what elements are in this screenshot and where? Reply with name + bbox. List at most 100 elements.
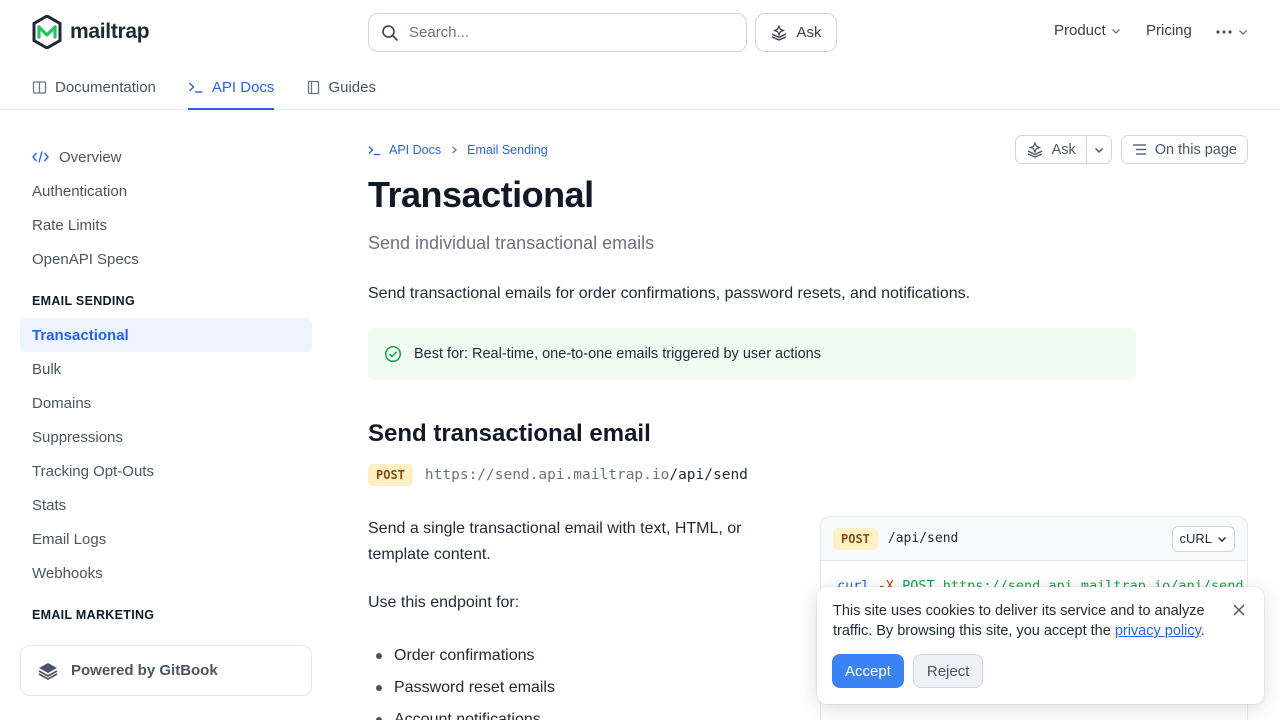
sidebar-item-label: Domains — [32, 394, 92, 412]
nav-product[interactable]: Product — [1054, 22, 1122, 39]
code-panel-header: POST /api/send cURL — [821, 517, 1247, 561]
sidebar-item-label: Authentication — [32, 182, 128, 200]
sidebar-item-label: Email Logs — [32, 530, 107, 548]
code-path: /api/send — [887, 531, 959, 546]
sidebar-item-label: Overview — [59, 148, 122, 166]
list-item: Password reset emails — [376, 672, 555, 704]
endpoint-url-host: https://send.api.mailtrap.io — [424, 467, 670, 483]
use-for-text: Use this endpoint for: — [368, 594, 520, 611]
use-cases-list: Order confirmations Password reset email… — [376, 640, 555, 720]
ask-split-button: Ask — [1014, 135, 1112, 164]
hint-callout: Best for: Real-time, one-to-one emails t… — [368, 328, 1136, 380]
logo-text: mailtrap — [70, 20, 150, 43]
list-item: Account notifications — [376, 704, 555, 720]
tab-guides[interactable]: Guides — [306, 70, 376, 104]
sidebar-item-label: Tracking Opt-Outs — [32, 462, 154, 480]
sidebar-item-bulk[interactable]: Bulk — [20, 352, 312, 386]
powered-by-gitbook[interactable]: Powered by GitBook — [20, 645, 312, 696]
nav-pricing[interactable]: Pricing — [1146, 22, 1192, 39]
cookie-banner: This site uses cookies to deliver its se… — [817, 587, 1264, 704]
privacy-policy-link[interactable]: privacy policy — [1115, 623, 1201, 639]
chevron-down-icon — [1218, 536, 1226, 542]
search-box[interactable] — [368, 13, 747, 52]
sidebar-item-authentication[interactable]: Authentication — [20, 174, 312, 208]
list-item-text: Account notifications — [394, 711, 541, 720]
hint-text: Best for: Real-time, one-to-one emails t… — [414, 346, 821, 362]
tab-documentation[interactable]: Documentation — [32, 70, 156, 104]
sidebar-item-label: OpenAPI Specs — [32, 250, 139, 268]
breadcrumb-api-docs[interactable]: API Docs — [389, 143, 441, 157]
sidebar-item-suppressions[interactable]: Suppressions — [20, 420, 312, 454]
ask-label: Ask — [796, 24, 822, 41]
sidebar-item-label: Transactional — [32, 326, 129, 344]
sparkle-stack-icon — [772, 24, 787, 41]
sidebar-item-stats[interactable]: Stats — [20, 488, 312, 522]
chevron-down-icon — [1111, 28, 1120, 34]
more-dots-icon — [1216, 30, 1232, 34]
check-circle-icon — [384, 345, 402, 363]
chevron-down-icon — [1239, 30, 1247, 35]
nav-pricing-label: Pricing — [1146, 22, 1192, 39]
sidebar-item-label: Bulk — [32, 360, 62, 378]
ask-button[interactable]: Ask — [755, 13, 837, 52]
more-menu-button[interactable] — [1215, 24, 1249, 40]
breadcrumb-email-sending[interactable]: Email Sending — [467, 143, 548, 157]
powered-by-label: Powered by GitBook — [71, 662, 218, 679]
method-badge: POST — [368, 464, 413, 486]
on-this-page-label: On this page — [1154, 141, 1237, 158]
sidebar-item-tracking-opt-outs[interactable]: Tracking Opt-Outs — [20, 454, 312, 488]
sidebar-section-email-sending: EMAIL SENDING — [32, 294, 135, 308]
sidebar-item-domains[interactable]: Domains — [20, 386, 312, 420]
tab-guides-label: Guides — [328, 78, 376, 96]
sidebar-section-email-marketing: EMAIL MARKETING — [32, 608, 155, 622]
page-subtitle: Send individual transactional emails — [368, 233, 655, 253]
search-icon — [382, 24, 398, 41]
gitbook-icon — [38, 662, 58, 680]
mailtrap-logo-icon — [32, 15, 62, 49]
sidebar-item-label: Suppressions — [32, 428, 123, 446]
sidebar-item-openapi-specs[interactable]: OpenAPI Specs — [20, 242, 312, 276]
page-actions: Ask On this page — [1014, 135, 1248, 164]
endpoint-url[interactable]: https://send.api.mailtrap.io/api/send — [425, 467, 748, 483]
sidebar-item-overview[interactable]: Overview — [20, 140, 312, 174]
close-icon — [1233, 604, 1245, 616]
book-icon — [32, 80, 47, 94]
tab-documentation-label: Documentation — [55, 78, 156, 96]
list-item-text: Password reset emails — [394, 679, 555, 696]
mailtrap-logo[interactable]: mailtrap — [32, 15, 150, 49]
code-icon — [32, 151, 49, 163]
chevron-down-icon — [1094, 147, 1103, 153]
nav-product-label: Product — [1054, 22, 1106, 39]
accept-cookies-button[interactable]: Accept — [832, 654, 904, 688]
reject-cookies-button[interactable]: Reject — [912, 654, 984, 688]
cookie-close-button[interactable] — [1230, 601, 1248, 619]
search-input[interactable] — [409, 24, 729, 41]
sidebar-item-label: Rate Limits — [32, 216, 108, 234]
page-ask-button[interactable]: Ask — [1016, 136, 1087, 163]
sparkle-stack-icon — [1027, 141, 1042, 158]
language-select[interactable]: cURL — [1172, 525, 1235, 552]
sidebar-item-webhooks[interactable]: Webhooks — [20, 556, 312, 590]
endpoint-url-path: /api/send — [669, 467, 748, 483]
code-method-badge: POST — [833, 527, 878, 550]
page-lead: Send transactional emails for order conf… — [368, 285, 971, 302]
terminal-icon — [368, 146, 380, 156]
tab-api-docs[interactable]: API Docs — [187, 70, 274, 110]
top-header: mailtrap Ask Product Pricing — [0, 0, 1280, 110]
sidebar-item-label: Stats — [32, 496, 67, 514]
sidebar-nav: Overview Authentication Rate Limits Open… — [20, 140, 312, 626]
breadcrumb: API Docs Email Sending — [368, 143, 548, 157]
page-title: Transactional — [368, 174, 594, 215]
chevron-right-icon — [452, 146, 458, 154]
sidebar-item-label: Webhooks — [32, 564, 103, 582]
on-this-page-button[interactable]: On this page — [1120, 135, 1248, 164]
ask-options-dropdown[interactable] — [1087, 136, 1111, 163]
sidebar-item-rate-limits[interactable]: Rate Limits — [20, 208, 312, 242]
section-heading: Send transactional email — [368, 420, 651, 447]
sidebar-item-transactional[interactable]: Transactional — [20, 318, 312, 352]
cookie-period: . — [1200, 623, 1205, 639]
cookie-buttons: Accept Reject — [832, 654, 984, 688]
sidebar-item-email-logs[interactable]: Email Logs — [20, 522, 312, 556]
list-item-text: Order confirmations — [394, 647, 535, 664]
section-tabs: Documentation API Docs Guides — [32, 70, 376, 110]
